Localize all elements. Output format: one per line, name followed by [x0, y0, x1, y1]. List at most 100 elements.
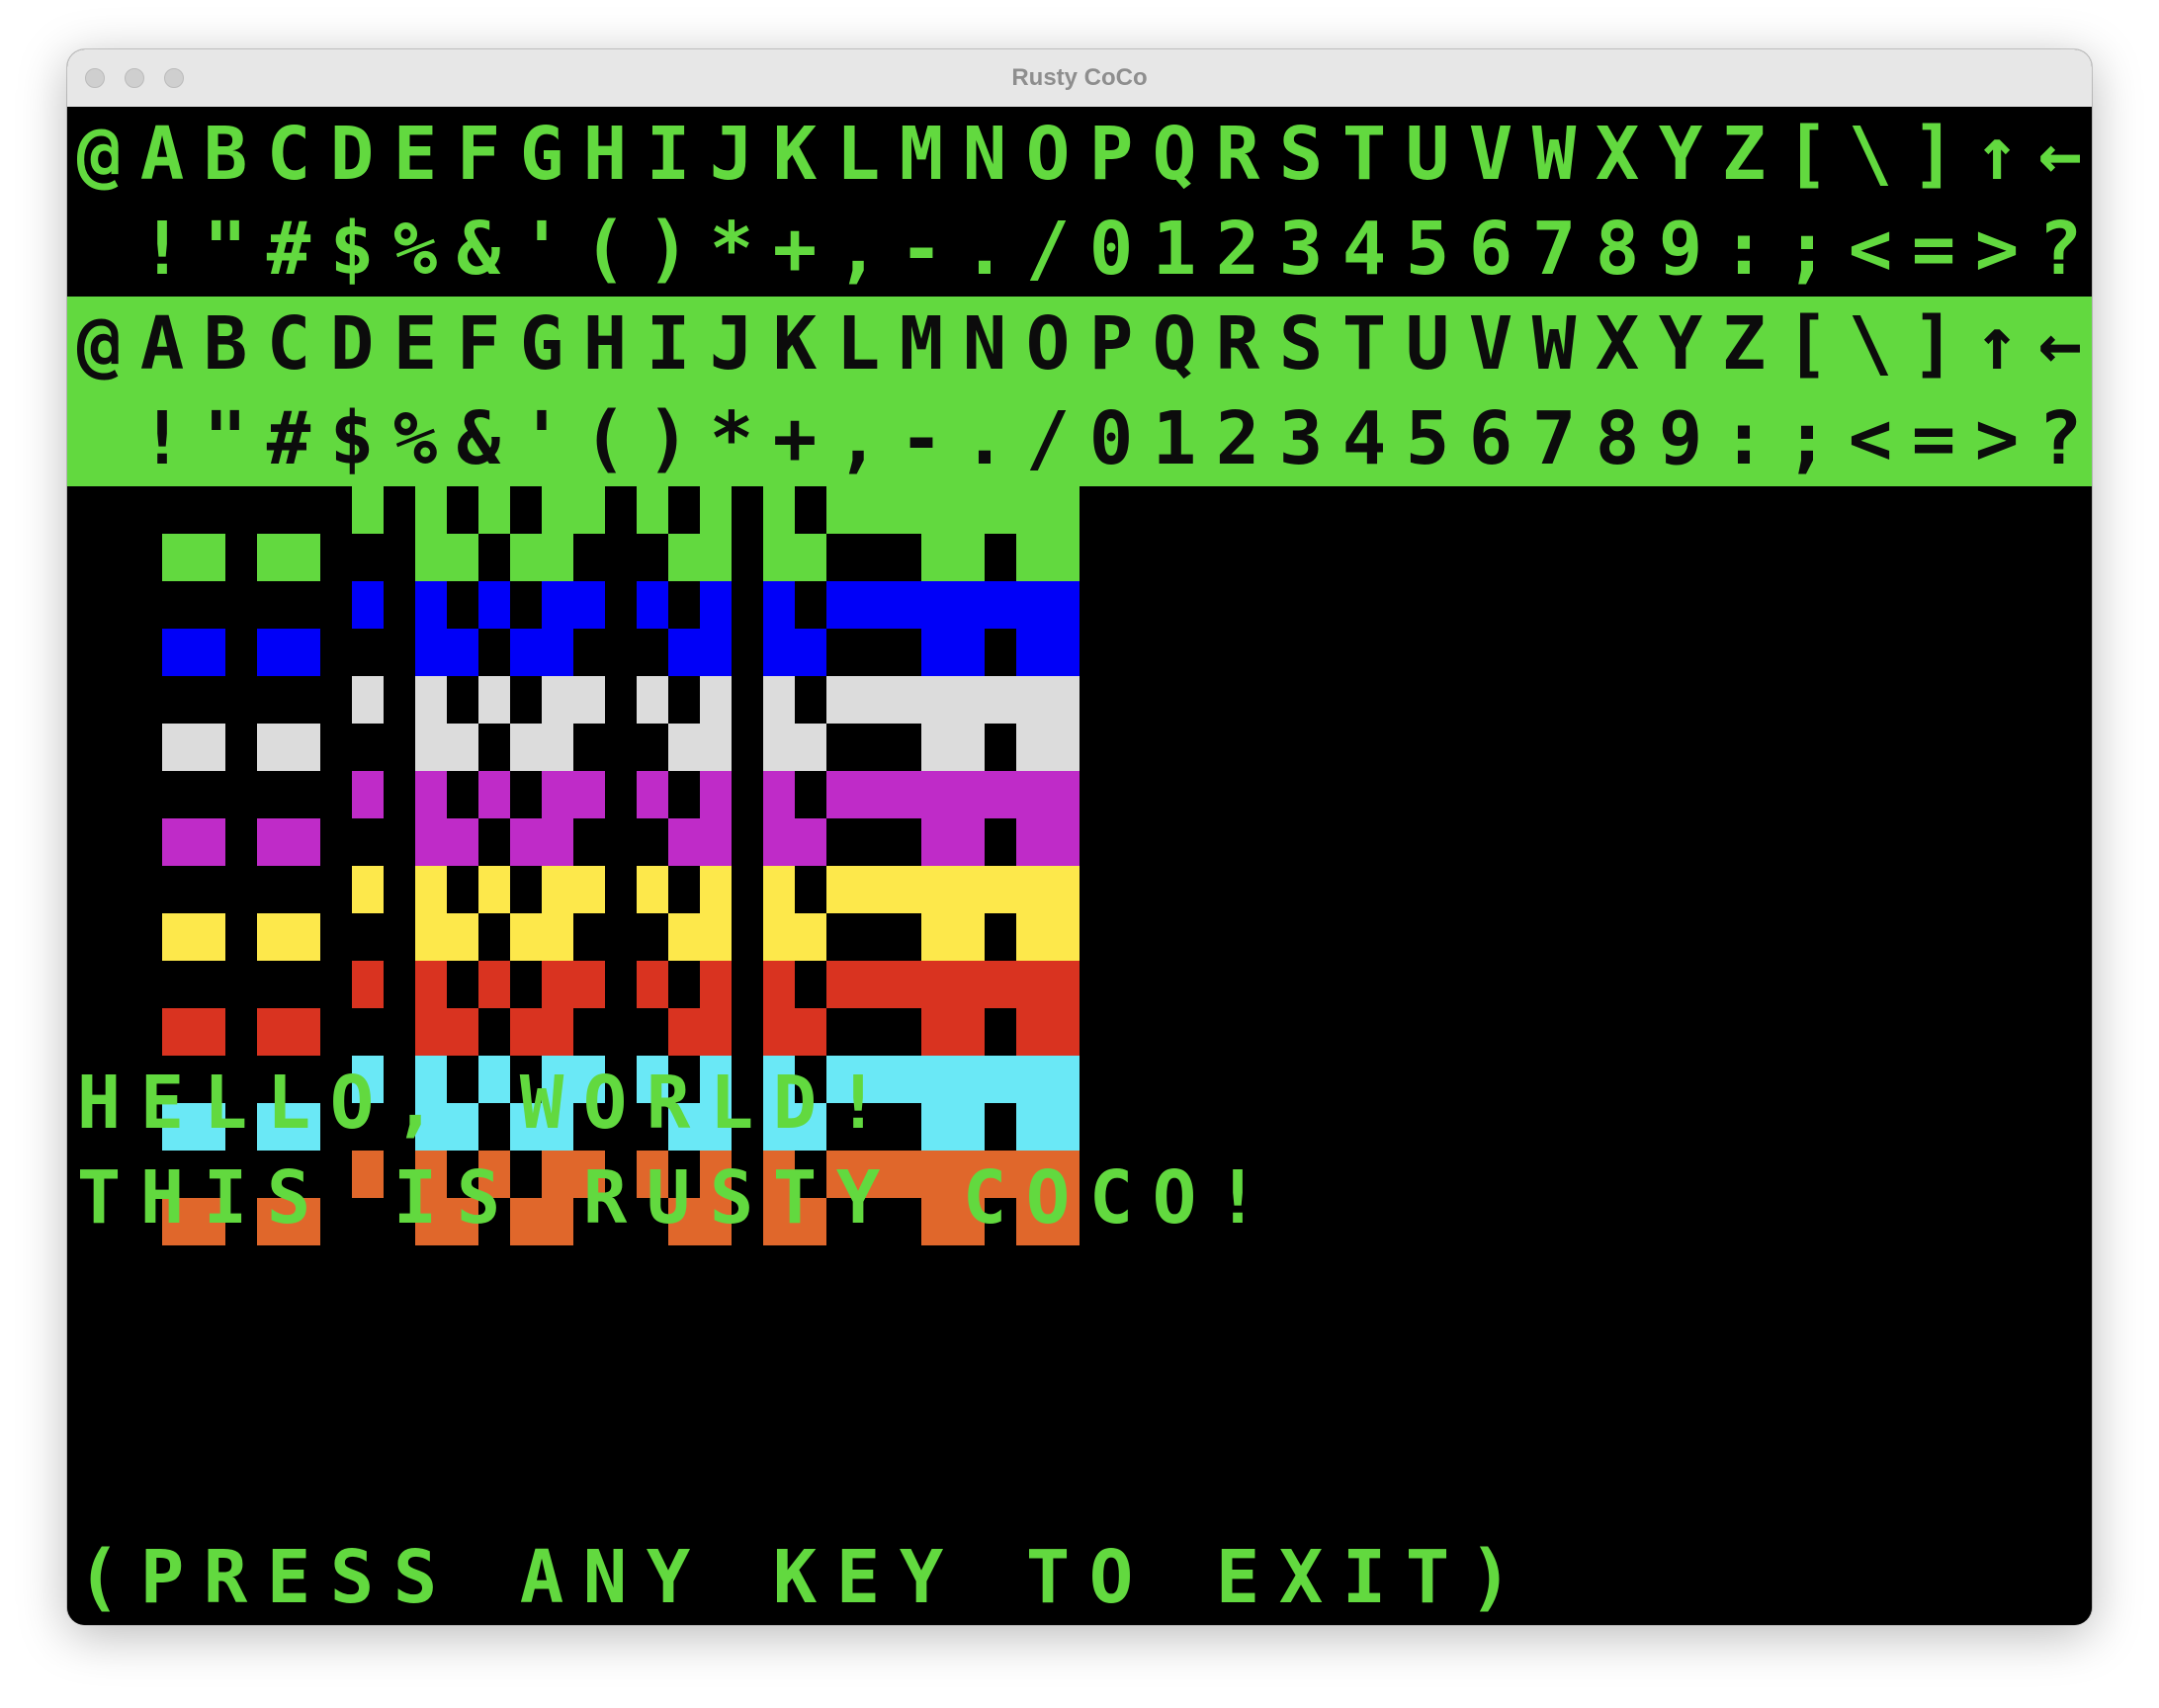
semigraphic-block — [1048, 676, 1080, 724]
semigraphic-block — [415, 534, 447, 581]
semigraphic-block — [985, 581, 1016, 629]
semigraphic-block — [700, 724, 732, 771]
emulator-screen[interactable]: @ A B C D E F G H I J K L M N O P Q R S T U V W X Y Z[\] ↑ ← ! " # $% & '… — [67, 107, 2092, 1625]
char-cell: $ — [329, 207, 375, 292]
char-cell: I — [392, 1155, 438, 1240]
semigraphic-block — [573, 771, 605, 818]
semigraphic-block — [858, 676, 890, 724]
semigraphic-block — [257, 913, 289, 961]
char-cell: [ — [1784, 112, 1830, 197]
semigraphic-block — [1016, 581, 1048, 629]
char-cell: V — [1468, 112, 1513, 197]
char-cell: 4 — [1341, 207, 1387, 292]
char-cell: + — [772, 207, 818, 292]
char-cell: = — [1911, 207, 1956, 292]
char-cell: N — [962, 112, 1007, 197]
char-cell: E — [835, 1535, 881, 1620]
semigraphic-block — [953, 866, 985, 913]
char-cell: 5 — [1405, 207, 1450, 292]
semigraphic-block — [826, 866, 858, 913]
char-cell: ↑ — [1974, 301, 2020, 386]
semigraphic-block — [985, 866, 1016, 913]
char-cell: ← — [2037, 112, 2083, 197]
char-cell: ) — [646, 396, 691, 481]
semigraphic-block — [890, 771, 921, 818]
semigraphic-block — [1016, 724, 1048, 771]
char-cell: , — [835, 207, 881, 292]
semigraphic-block — [890, 486, 921, 534]
char-cell: 7 — [1531, 207, 1577, 292]
semigraphic-block — [1048, 486, 1080, 534]
semigraphic-block — [447, 1008, 478, 1056]
semigraphic-block — [700, 581, 732, 629]
semigraphic-block — [921, 818, 953, 866]
char-cell: H — [139, 1155, 185, 1240]
charset-row-3: @ A B C D E F G H I J K L M N O P Q R S T U V W X Y Z[\] ↑ ← — [67, 297, 2092, 391]
semigraphic-block — [668, 629, 700, 676]
semigraphic-block — [763, 629, 795, 676]
char-cell: # — [266, 396, 311, 481]
semigraphic-block — [1048, 866, 1080, 913]
semigraphic-block — [415, 913, 447, 961]
semigraphic-block — [637, 866, 668, 913]
semigraphic-block — [162, 913, 194, 961]
char-cell: ( — [582, 207, 628, 292]
char-cell: X — [1595, 112, 1640, 197]
semigraphic-block — [826, 486, 858, 534]
semigraphic-block — [795, 818, 826, 866]
semigraphic-block — [573, 676, 605, 724]
semigraphic-block — [194, 534, 225, 581]
semigraphic-block — [890, 866, 921, 913]
char-cell: 1 — [1152, 396, 1197, 481]
char-cell: ( — [76, 1535, 122, 1620]
char-cell: @ — [76, 301, 122, 386]
semigraphic-block — [795, 1008, 826, 1056]
char-cell: T — [1341, 301, 1387, 386]
semigraphic-block — [858, 961, 890, 1008]
semigraphic-block — [478, 961, 510, 1008]
char-cell: F — [456, 301, 501, 386]
char-cell: W — [519, 1061, 564, 1146]
semigraphic-block — [542, 913, 573, 961]
semigraphic-block — [510, 913, 542, 961]
char-cell: ! — [1215, 1155, 1260, 1240]
char-cell: I — [646, 112, 691, 197]
char-cell: < — [1848, 396, 1893, 481]
title-bar[interactable]: Rusty CoCo — [67, 49, 2092, 108]
char-cell: : — [1721, 207, 1767, 292]
semigraphic-block — [510, 818, 542, 866]
semigraphic-block — [795, 534, 826, 581]
char-cell: G — [519, 301, 564, 386]
char-cell: X — [1278, 1535, 1324, 1620]
char-cell: S — [329, 1535, 375, 1620]
semigraphic-block — [447, 913, 478, 961]
semigraphic-block — [763, 771, 795, 818]
semigraphic-block — [953, 913, 985, 961]
char-cell: M — [899, 112, 944, 197]
semigraphic-block — [1048, 818, 1080, 866]
char-cell: L — [203, 1061, 248, 1146]
semigraphic-block — [257, 629, 289, 676]
char-cell: S — [709, 1155, 754, 1240]
semigraphic-block — [637, 771, 668, 818]
semigraphic-block — [415, 1008, 447, 1056]
semigraphic-block — [447, 534, 478, 581]
char-cell: E — [266, 1535, 311, 1620]
semigraphic-block — [858, 581, 890, 629]
semigraphic-block — [194, 629, 225, 676]
char-cell: - — [899, 396, 944, 481]
char-cell: T — [1341, 112, 1387, 197]
semigraphic-block — [415, 629, 447, 676]
semigraphic-block — [921, 1008, 953, 1056]
semigraphic-block — [289, 629, 320, 676]
char-cell: ] — [1911, 112, 1956, 197]
char-cell: / — [1025, 207, 1071, 292]
semigraphic-block — [985, 961, 1016, 1008]
semigraphic-block — [162, 818, 194, 866]
char-cell: F — [456, 112, 501, 197]
char-cell: B — [203, 301, 248, 386]
char-cell: D — [329, 112, 375, 197]
semigraphic-block — [763, 676, 795, 724]
char-cell: C — [1088, 1155, 1134, 1240]
char-cell: ' — [519, 207, 564, 292]
